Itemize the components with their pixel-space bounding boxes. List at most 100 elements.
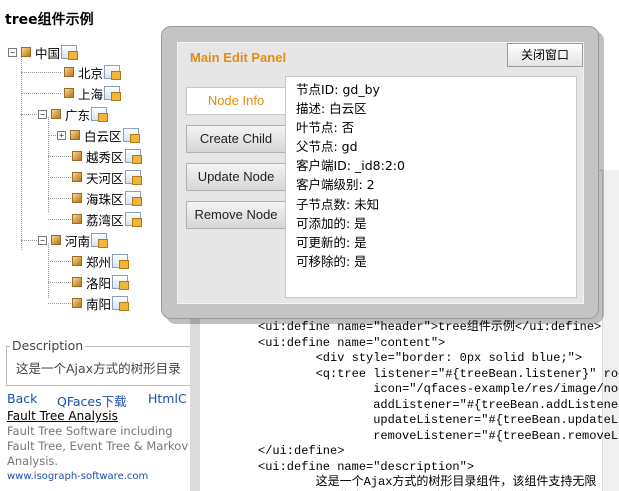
ad-body-line: Analysis. xyxy=(7,454,59,468)
edit-node-icon[interactable] xyxy=(91,233,109,248)
page-title: tree组件示例 xyxy=(5,12,94,28)
node-info-line: 可移除的: 是 xyxy=(296,253,367,269)
node-cube-icon xyxy=(21,47,31,57)
code-line: removeListener="#{treeBean.removeLis xyxy=(258,428,619,443)
node-info-line: 客户端级别: 2 xyxy=(296,177,375,193)
edit-node-icon[interactable] xyxy=(124,170,142,185)
tree-node-label[interactable]: 越秀区 xyxy=(86,147,124,166)
collapse-icon[interactable]: − xyxy=(38,109,47,119)
description-text: 这是一个Ajax方式的树形目录 xyxy=(16,361,181,376)
tree-node[interactable]: 海珠区 xyxy=(72,188,142,208)
node-cube-icon xyxy=(72,214,82,224)
expand-icon[interactable]: + xyxy=(57,130,66,140)
node-cube-icon xyxy=(70,130,80,140)
description-legend: Description xyxy=(10,338,86,353)
tree-node[interactable]: 洛阳 xyxy=(72,272,130,292)
tree-connector xyxy=(48,156,73,157)
tree-node[interactable]: − 广东 xyxy=(38,104,109,124)
code-line: <div style="border: 0px solid blue;"> xyxy=(258,351,583,365)
node-info-line: 可添加的: 是 xyxy=(296,215,367,231)
edit-node-icon[interactable] xyxy=(124,212,142,227)
tree-connector xyxy=(48,303,73,304)
tree-connector xyxy=(21,240,37,241)
tree-connector xyxy=(21,93,61,94)
ad-body: Fault Tree Software including Fault Tree… xyxy=(7,424,197,469)
edit-node-icon[interactable] xyxy=(112,254,130,269)
ad-body-line: Fault Tree Software including xyxy=(7,424,173,438)
tree-node-label[interactable]: 北京 xyxy=(78,63,103,82)
edit-node-icon[interactable] xyxy=(104,65,122,80)
tree-node[interactable]: 北京 xyxy=(64,62,122,82)
tree-node[interactable]: 南阳 xyxy=(72,293,130,313)
tree-node-label[interactable]: 白云区 xyxy=(84,126,122,145)
tree-node-label[interactable]: 中国 xyxy=(35,43,60,62)
tree-node-label[interactable]: 洛阳 xyxy=(86,273,111,292)
tree-node[interactable]: 越秀区 xyxy=(72,146,142,166)
node-info-line: 父节点: gd xyxy=(296,139,358,155)
tree-connector xyxy=(48,177,73,178)
edit-node-icon[interactable] xyxy=(91,107,109,122)
code-line: icon="/qfaces-example/res/image/node xyxy=(258,382,619,396)
code-line: <ui:define name="content"> xyxy=(258,335,446,350)
update-node-button[interactable]: Update Node xyxy=(186,163,286,191)
tree-node-label[interactable]: 海珠区 xyxy=(86,189,124,208)
tree-node[interactable]: + 白云区 xyxy=(57,125,140,145)
tree-connector xyxy=(48,219,73,220)
edit-node-icon[interactable] xyxy=(112,275,130,290)
create-child-button[interactable]: Create Child xyxy=(186,125,286,153)
collapse-icon[interactable]: − xyxy=(8,47,17,57)
edit-node-icon[interactable] xyxy=(124,149,142,164)
close-window-button[interactable]: 关闭窗口 xyxy=(507,43,583,67)
dialog-title: Main Edit Panel xyxy=(190,50,287,65)
tree-connector xyxy=(48,282,73,283)
tree-connector xyxy=(21,55,22,250)
qfaces-download-link[interactable]: QFaces下载 xyxy=(57,391,127,410)
tree-node-label[interactable]: 天河区 xyxy=(86,168,124,187)
node-cube-icon xyxy=(72,172,82,182)
tree-node-label[interactable]: 河南 xyxy=(65,231,90,250)
node-cube-icon xyxy=(51,235,61,245)
node-cube-icon xyxy=(64,67,74,77)
tree-node[interactable]: 郑州 xyxy=(72,251,130,271)
tree-node[interactable]: 上海 xyxy=(64,83,122,103)
tree-node[interactable]: − 河南 xyxy=(38,230,109,250)
tree-node[interactable]: 天河区 xyxy=(72,167,142,187)
node-cube-icon xyxy=(64,88,74,98)
code-line: <ui:define name="description"> xyxy=(258,459,475,474)
node-info-lines: 节点ID: gd_by 描述: 白云区 叶节点: 否父节点: gd 客户端ID: _i… xyxy=(296,80,405,271)
code-line: <q:tree listener="#{treeBean.listener}" … xyxy=(258,366,619,381)
edit-node-icon[interactable] xyxy=(122,128,140,143)
tree-node-label[interactable]: 广东 xyxy=(65,105,90,124)
ad-url[interactable]: www.isograph-software.com xyxy=(7,471,197,482)
tree-connector xyxy=(21,114,37,115)
tree-node-label[interactable]: 郑州 xyxy=(86,252,111,271)
node-info-line: 描述: 白云区 xyxy=(296,101,367,117)
htmlc-link[interactable]: HtmlC xyxy=(148,391,187,406)
collapse-icon[interactable]: − xyxy=(38,235,47,245)
code-source: <ui:define name="header">tree组件示例</ui:de… xyxy=(258,320,619,491)
node-cube-icon xyxy=(72,193,82,203)
edit-node-icon[interactable] xyxy=(112,296,130,311)
node-cube-icon xyxy=(72,298,82,308)
tree-node[interactable]: − 中国 xyxy=(8,42,79,62)
node-info-line: 节点ID: gd_by xyxy=(296,82,380,97)
tree-node-label[interactable]: 南阳 xyxy=(86,294,111,313)
edit-node-icon[interactable] xyxy=(124,191,142,206)
tree-node-label[interactable]: 荔湾区 xyxy=(86,210,124,229)
node-cube-icon xyxy=(72,277,82,287)
node-cube-icon xyxy=(72,256,82,266)
tree-node[interactable]: 荔湾区 xyxy=(72,209,142,229)
back-link[interactable]: Back xyxy=(7,391,37,406)
code-line: updateListener="#{treeBean.updateLis xyxy=(258,413,619,427)
edit-node-icon[interactable] xyxy=(104,86,122,101)
node-info-button[interactable]: Node Info xyxy=(186,87,286,115)
ad-body-line: Fault Tree, Event Tree & Markov xyxy=(7,439,189,453)
node-info-line: 可更新的: 是 xyxy=(296,234,367,250)
remove-node-button[interactable]: Remove Node xyxy=(186,201,286,229)
edit-node-icon[interactable] xyxy=(61,45,79,60)
ad-title-link[interactable]: Fault Tree Analysis xyxy=(7,409,197,423)
node-cube-icon xyxy=(51,109,61,119)
tree-connector xyxy=(48,261,73,262)
code-line: addListener="#{treeBean.addListener}" xyxy=(258,397,619,412)
tree-node-label[interactable]: 上海 xyxy=(78,84,103,103)
